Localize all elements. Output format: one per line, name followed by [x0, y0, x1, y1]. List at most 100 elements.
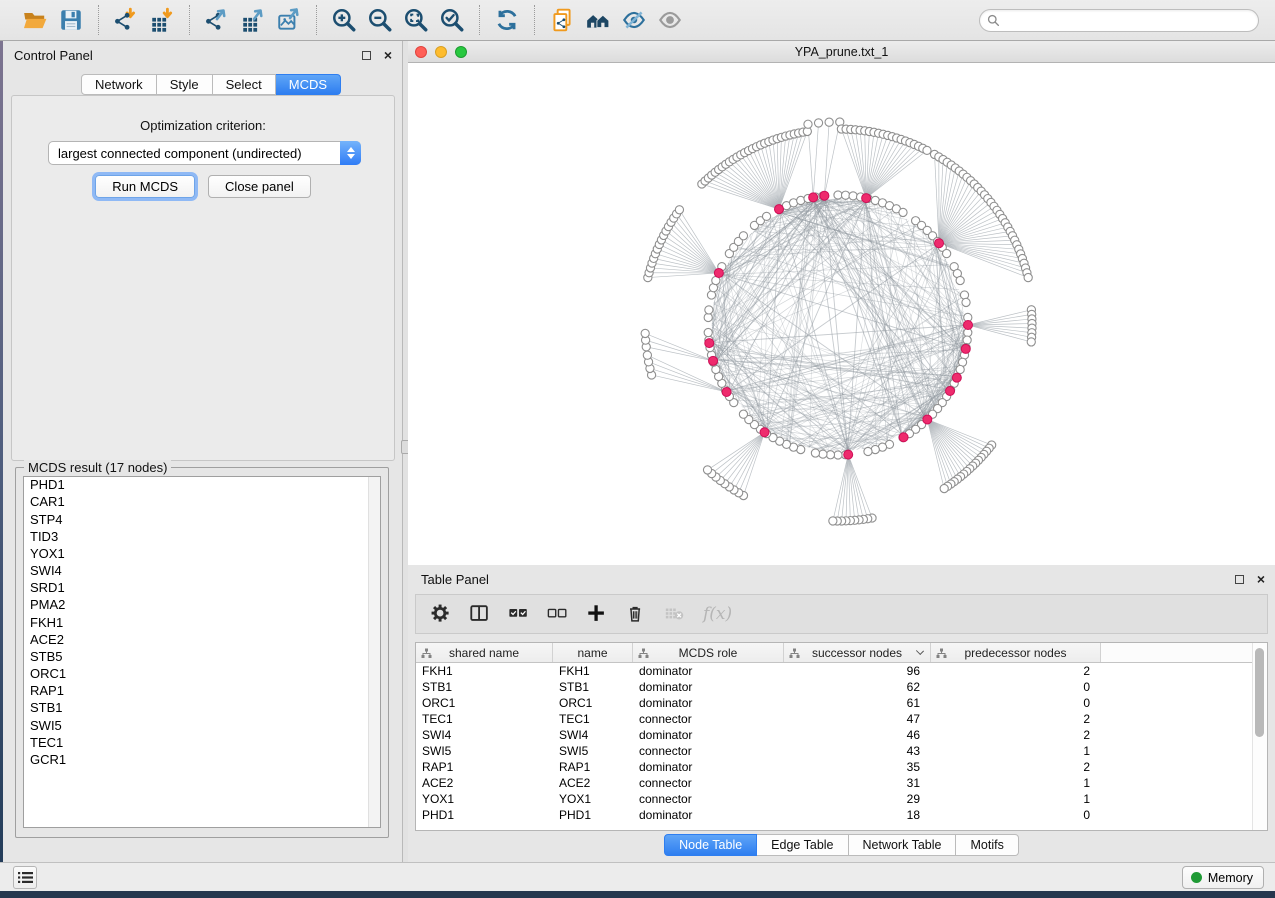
mcds-result-item[interactable]: TID3: [24, 529, 380, 546]
mcds-result-list[interactable]: PHD1CAR1STP4TID3YOX1SWI4SRD1PMA2FKH1ACE2…: [23, 476, 381, 828]
tab-motifs[interactable]: Motifs: [956, 834, 1018, 856]
cell-predecessor-nodes[interactable]: 0: [931, 695, 1101, 711]
apply-layout-button[interactable]: [492, 5, 522, 35]
column-header-MCDS-role[interactable]: MCDS role: [633, 643, 784, 662]
deselect-check-button[interactable]: [547, 603, 569, 625]
hide-selected-button[interactable]: [619, 5, 649, 35]
cell-successor-nodes[interactable]: 29: [784, 791, 931, 807]
mcds-result-item[interactable]: PMA2: [24, 597, 380, 614]
export-network-button[interactable]: [202, 5, 232, 35]
cell-MCDS-role[interactable]: dominator: [633, 695, 784, 711]
tab-mcds[interactable]: MCDS: [276, 74, 341, 95]
save-session-button[interactable]: [56, 5, 86, 35]
cell-predecessor-nodes[interactable]: 2: [931, 759, 1101, 775]
tab-node-table[interactable]: Node Table: [664, 834, 757, 856]
cell-shared-name[interactable]: RAP1: [416, 759, 553, 775]
add-column-button[interactable]: [586, 603, 608, 625]
table-row[interactable]: FKH1FKH1dominator962: [416, 663, 1267, 679]
cell-name[interactable]: STB1: [553, 679, 633, 695]
cell-shared-name[interactable]: YOX1: [416, 791, 553, 807]
zoom-in-button[interactable]: [329, 5, 359, 35]
search-box[interactable]: [979, 9, 1259, 32]
float-table-panel-icon[interactable]: [1235, 575, 1244, 584]
mcds-result-item[interactable]: PHD1: [24, 477, 380, 494]
cell-predecessor-nodes[interactable]: 2: [931, 711, 1101, 727]
column-view-button[interactable]: [469, 603, 491, 625]
close-window-icon[interactable]: [415, 46, 427, 58]
cell-name[interactable]: ACE2: [553, 775, 633, 791]
cell-name[interactable]: FKH1: [553, 663, 633, 679]
cell-shared-name[interactable]: TEC1: [416, 711, 553, 727]
node-table[interactable]: shared namenameMCDS rolesuccessor nodesp…: [415, 642, 1268, 831]
minimize-window-icon[interactable]: [435, 46, 447, 58]
mcds-result-item[interactable]: ACE2: [24, 632, 380, 649]
mcds-result-item[interactable]: STP4: [24, 511, 380, 528]
network-canvas[interactable]: [408, 63, 1275, 564]
cell-shared-name[interactable]: ORC1: [416, 695, 553, 711]
cell-MCDS-role[interactable]: dominator: [633, 679, 784, 695]
table-row[interactable]: SWI4SWI4dominator462: [416, 727, 1267, 743]
cell-predecessor-nodes[interactable]: 2: [931, 663, 1101, 679]
cell-successor-nodes[interactable]: 96: [784, 663, 931, 679]
cell-shared-name[interactable]: FKH1: [416, 663, 553, 679]
cell-name[interactable]: PHD1: [553, 807, 633, 823]
gear-button[interactable]: [430, 603, 452, 625]
table-row[interactable]: STB1STB1dominator620: [416, 679, 1267, 695]
cell-name[interactable]: TEC1: [553, 711, 633, 727]
cell-MCDS-role[interactable]: dominator: [633, 727, 784, 743]
network-window-titlebar[interactable]: YPA_prune.txt_1: [408, 41, 1275, 63]
mcds-result-item[interactable]: FKH1: [24, 614, 380, 631]
cell-successor-nodes[interactable]: 47: [784, 711, 931, 727]
mcds-result-item[interactable]: ORC1: [24, 666, 380, 683]
cell-name[interactable]: SWI4: [553, 727, 633, 743]
close-table-panel-icon[interactable]: ×: [1257, 574, 1265, 584]
cell-successor-nodes[interactable]: 35: [784, 759, 931, 775]
cell-successor-nodes[interactable]: 62: [784, 679, 931, 695]
cell-predecessor-nodes[interactable]: 1: [931, 743, 1101, 759]
table-scrollbar-track[interactable]: [1252, 643, 1267, 830]
cell-MCDS-role[interactable]: connector: [633, 743, 784, 759]
export-table-button[interactable]: [238, 5, 268, 35]
tab-network[interactable]: Network: [81, 74, 157, 95]
mcds-list-scrollbar[interactable]: [368, 477, 380, 827]
task-history-button[interactable]: [13, 866, 37, 889]
function-builder-button[interactable]: f(x): [703, 604, 732, 624]
cell-name[interactable]: ORC1: [553, 695, 633, 711]
mcds-result-item[interactable]: YOX1: [24, 546, 380, 563]
column-header-shared-name[interactable]: shared name: [416, 643, 553, 662]
table-scrollbar-thumb[interactable]: [1255, 648, 1264, 737]
tab-network-table[interactable]: Network Table: [849, 834, 957, 856]
table-row[interactable]: ACE2ACE2connector311: [416, 775, 1267, 791]
zoom-out-button[interactable]: [365, 5, 395, 35]
open-session-button[interactable]: [20, 5, 50, 35]
export-image-button[interactable]: [274, 5, 304, 35]
table-row[interactable]: TEC1TEC1connector472: [416, 711, 1267, 727]
mcds-result-item[interactable]: RAP1: [24, 683, 380, 700]
cell-MCDS-role[interactable]: dominator: [633, 807, 784, 823]
cell-predecessor-nodes[interactable]: 2: [931, 727, 1101, 743]
cell-name[interactable]: SWI5: [553, 743, 633, 759]
zoom-selected-button[interactable]: [437, 5, 467, 35]
mcds-result-item[interactable]: TEC1: [24, 735, 380, 752]
cell-MCDS-role[interactable]: dominator: [633, 759, 784, 775]
table-row[interactable]: RAP1RAP1dominator352: [416, 759, 1267, 775]
mcds-result-item[interactable]: CAR1: [24, 494, 380, 511]
column-header-name[interactable]: name: [553, 643, 633, 662]
table-row[interactable]: YOX1YOX1connector291: [416, 791, 1267, 807]
mcds-result-item[interactable]: SWI4: [24, 563, 380, 580]
memory-button[interactable]: Memory: [1182, 866, 1264, 889]
cell-successor-nodes[interactable]: 46: [784, 727, 931, 743]
tab-select[interactable]: Select: [213, 74, 276, 95]
table-row[interactable]: PHD1PHD1dominator180: [416, 807, 1267, 823]
mcds-result-item[interactable]: STB1: [24, 700, 380, 717]
import-table-button[interactable]: [147, 5, 177, 35]
maximize-window-icon[interactable]: [455, 46, 467, 58]
tab-style[interactable]: Style: [157, 74, 213, 95]
cell-shared-name[interactable]: STB1: [416, 679, 553, 695]
cell-shared-name[interactable]: ACE2: [416, 775, 553, 791]
cell-MCDS-role[interactable]: connector: [633, 711, 784, 727]
criterion-dropdown[interactable]: largest connected component (undirected): [48, 141, 361, 165]
cell-successor-nodes[interactable]: 43: [784, 743, 931, 759]
cell-predecessor-nodes[interactable]: 0: [931, 807, 1101, 823]
table-row[interactable]: SWI5SWI5connector431: [416, 743, 1267, 759]
